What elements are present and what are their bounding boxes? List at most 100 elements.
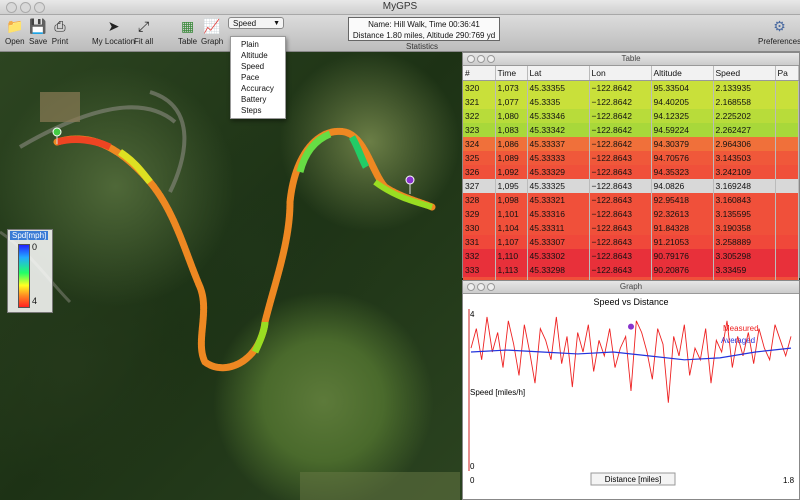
open-button[interactable]: 📁 Open	[5, 17, 25, 46]
table-cell: 45.33298	[527, 263, 590, 277]
save-label: Save	[29, 37, 48, 46]
speed-color-bar	[18, 244, 30, 308]
gps-track	[53, 127, 436, 372]
column-header[interactable]: Pa	[775, 66, 799, 81]
table-cell: 94.0826	[651, 179, 714, 193]
table-row[interactable]: 333 1,113 45.33298 −122.8643 90.20876 3.33459	[463, 263, 799, 277]
panel-window-controls[interactable]	[467, 55, 497, 67]
map-view[interactable]	[0, 52, 462, 500]
table-row[interactable]: 331 1,107 45.33307 −122.8643 91.21053 3.25888…	[463, 235, 799, 249]
table-cell	[775, 151, 799, 165]
fit-all-label: Fit all	[134, 37, 154, 46]
table-button[interactable]: ▦ Table	[178, 17, 197, 46]
table-row[interactable]: 324 1,086 45.33337 −122.8642 94.30379 2.96430…	[463, 137, 799, 151]
x-axis-label: Distance [miles]	[605, 475, 661, 484]
table-cell: 2.168558	[713, 95, 776, 109]
dropdown-option[interactable]: Battery	[231, 94, 285, 105]
table-cell: −122.8643	[589, 193, 652, 207]
dropdown-option[interactable]: Accuracy	[231, 83, 285, 94]
table-cell: 45.33316	[527, 207, 590, 221]
preferences-label: Preferences	[758, 37, 800, 46]
table-row[interactable]: 327 1,095 45.33325 −122.8643 94.0826 3.169248	[463, 179, 799, 193]
table-row[interactable]: 321 1,077 45.3335 −122.8642 94.40205 2.168558	[463, 95, 799, 109]
location-arrow-icon: ➤	[107, 18, 120, 34]
table-cell: 91.84328	[651, 221, 714, 235]
table-cell: 94.30379	[651, 137, 714, 151]
speed-legend: Spd[mph] 0 4	[7, 229, 53, 313]
speed-distance-chart[interactable]: Speed vs Distance 4 0 0 1.8 Distance [mi…	[463, 293, 799, 499]
fit-all-button[interactable]: ⤢ Fit all	[134, 17, 153, 46]
table-cell: 94.70576	[651, 151, 714, 165]
table-cell: 90.79176	[651, 249, 714, 263]
print-label: Print	[51, 37, 69, 46]
table-cell: −122.8642	[589, 95, 652, 109]
dropdown-option[interactable]: Pace	[231, 72, 285, 83]
table-row[interactable]: 323 1,083 45.33342 −122.8642 94.59224 2.26242…	[463, 123, 799, 137]
table-cell: 94.12325	[651, 109, 714, 123]
y-tick-bottom: 0	[470, 462, 475, 471]
table-header-row: # Time Lat Lon Altitude Speed Pa	[463, 66, 799, 81]
table-cell: 45.33311	[527, 221, 590, 235]
print-button[interactable]: ⎙ Print	[51, 17, 69, 46]
table-cell: 3.33459	[713, 263, 776, 277]
table-cell: 45.33307	[527, 235, 590, 249]
table-cell	[775, 137, 799, 151]
table-row[interactable]: 326 1,092 45.33329 −122.8643 94.35323 3.24210…	[463, 165, 799, 179]
table-row[interactable]: 328 1,098 45.33321 −122.8643 92.95418 3.16084…	[463, 193, 799, 207]
table-cell: 331	[463, 235, 496, 249]
table-cell	[775, 109, 799, 123]
y-axis-label: Speed [miles/h]	[470, 388, 525, 397]
table-cell: 90.20876	[651, 263, 714, 277]
preferences-button[interactable]: ⚙ Preferences	[758, 17, 800, 46]
gear-icon: ⚙	[773, 18, 786, 34]
my-location-button[interactable]: ➤ My Location	[92, 17, 135, 46]
dropdown-option[interactable]: Speed	[231, 61, 285, 72]
title-bar: MyGPS	[0, 0, 800, 15]
expand-icon: ⤢	[137, 18, 150, 34]
column-header[interactable]: Speed	[713, 66, 776, 81]
table-cell: 45.33325	[527, 179, 590, 193]
color-mode-value: Speed	[233, 19, 257, 28]
table-row[interactable]: 320 1,073 45.33355 −122.8642 95.33504 2.13393…	[463, 80, 799, 95]
column-header[interactable]: #	[463, 66, 496, 81]
table-cell: 2.262427	[713, 123, 776, 137]
column-header[interactable]: Altitude	[651, 66, 714, 81]
table-cell	[775, 193, 799, 207]
save-button[interactable]: 💾 Save	[29, 17, 47, 46]
dropdown-option[interactable]: Plain	[231, 39, 285, 50]
column-header[interactable]: Time	[495, 66, 528, 81]
table-cell: 1,089	[495, 151, 528, 165]
table-row[interactable]: 330 1,104 45.33311 −122.8643 91.84328 3.19035…	[463, 221, 799, 235]
table-cell: −122.8643	[589, 235, 652, 249]
table-cell: −122.8642	[589, 137, 652, 151]
table-cell: 1,086	[495, 137, 528, 151]
table-cell: −122.8642	[589, 80, 652, 95]
table-icon: ▦	[180, 18, 195, 34]
print-icon: ⎙	[54, 18, 66, 34]
table-row[interactable]: 332 1,110 45.33302 −122.8643 90.79176 3.30529…	[463, 249, 799, 263]
column-header[interactable]: Lat	[527, 66, 590, 81]
speed-legend-label: Spd[mph]	[10, 231, 49, 240]
table-cell	[775, 235, 799, 249]
dropdown-option[interactable]: Steps	[231, 105, 285, 116]
table-row[interactable]: 325 1,089 45.33333 −122.8643 94.70576 3.14350…	[463, 151, 799, 165]
table-cell: −122.8643	[589, 221, 652, 235]
column-header[interactable]: Lon	[589, 66, 652, 81]
x-tick-left: 0	[470, 476, 475, 485]
dropdown-option[interactable]: Altitude	[231, 50, 285, 61]
graph-panel-title: Graph	[619, 282, 643, 291]
table-cell: 94.40205	[651, 95, 714, 109]
table-row[interactable]: 322 1,080 45.33346 −122.8642 94.12325 2.22520…	[463, 109, 799, 123]
table-cell: 3.160843	[713, 193, 776, 207]
table-cell: −122.8643	[589, 151, 652, 165]
table-row[interactable]: 329 1,101 45.33316 −122.8643 92.32613 3.13559…	[463, 207, 799, 221]
color-mode-select[interactable]: Speed ▼	[228, 17, 284, 29]
table-cell	[775, 123, 799, 137]
graph-button[interactable]: 📈 Graph	[201, 17, 223, 46]
map-overlay	[0, 90, 460, 500]
graph-icon: 📈	[203, 18, 221, 34]
table-cell: 45.33302	[527, 249, 590, 263]
table-cell: −122.8643	[589, 207, 652, 221]
chevron-down-icon: ▼	[273, 20, 280, 27]
table-cell: −122.8643	[589, 179, 652, 193]
